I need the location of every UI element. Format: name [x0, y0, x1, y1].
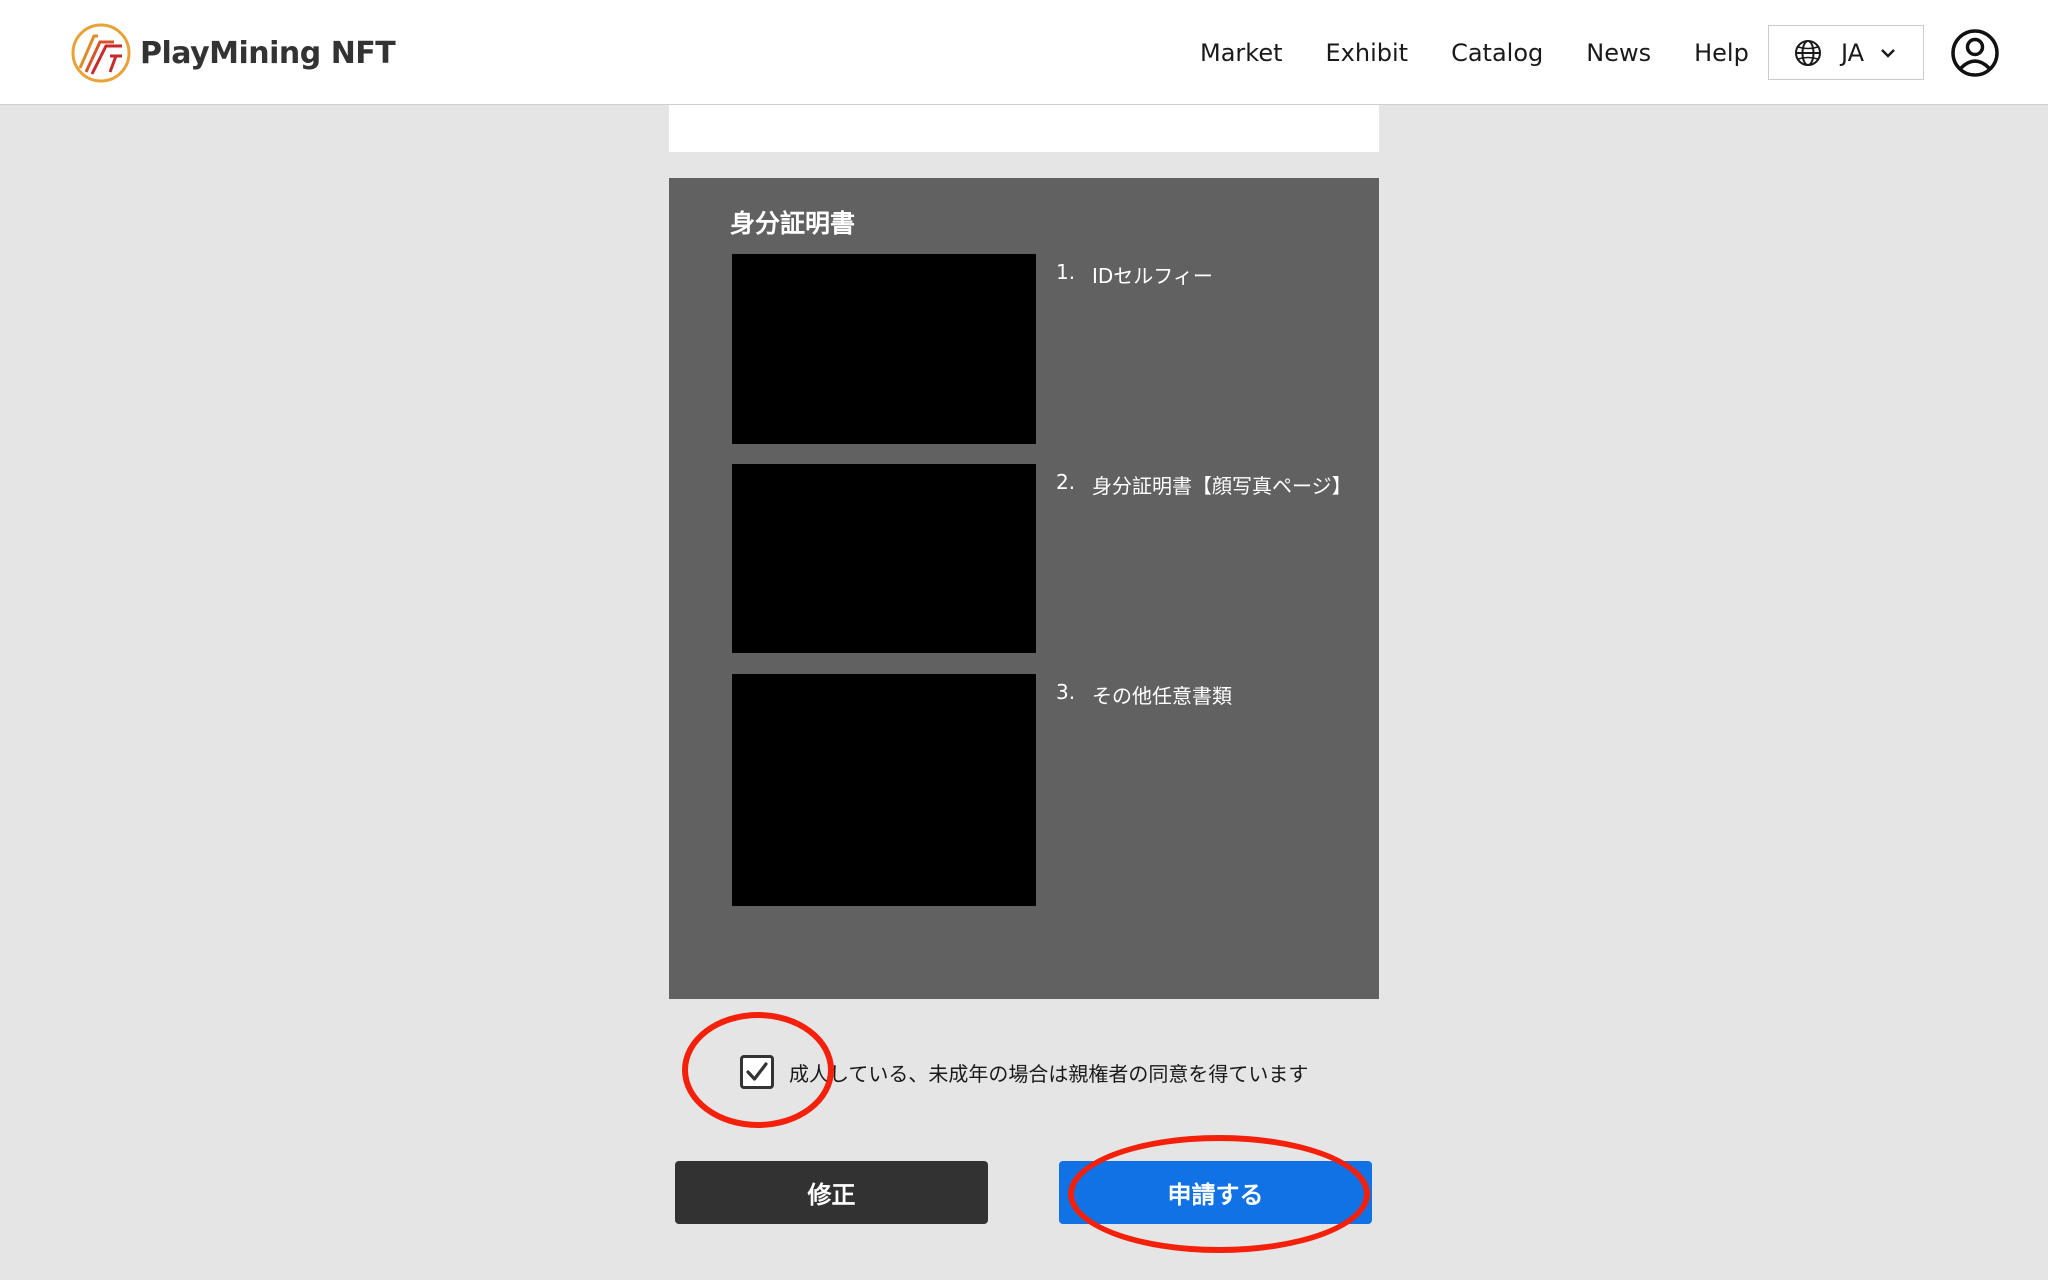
nav-market[interactable]: Market [1200, 39, 1283, 67]
form-card [669, 105, 1379, 152]
nav-catalog[interactable]: Catalog [1451, 39, 1543, 67]
document-number: 3. [1056, 680, 1076, 704]
consent-checkbox-row[interactable]: 成人している、未成年の場合は親権者の同意を得ています [740, 1055, 1308, 1089]
globe-icon [1795, 39, 1821, 66]
document-label: 2. 身分証明書【顔写真ページ】 [1056, 470, 1352, 499]
nav-exhibit[interactable]: Exhibit [1326, 39, 1409, 67]
site-header: PlayMining NFT Market Exhibit Catalog Ne… [0, 0, 2048, 105]
document-title: IDセルフィー [1092, 264, 1213, 288]
document-image-other[interactable] [732, 674, 1036, 906]
document-image-selfie[interactable] [732, 254, 1036, 444]
id-documents-panel: 身分証明書 1. IDセルフィー 2. 身分証明書【顔写真ページ】 3. その他… [669, 178, 1379, 999]
language-label: JA [1841, 38, 1865, 67]
chevron-down-icon [1881, 48, 1895, 58]
document-image-id-photo[interactable] [732, 464, 1036, 653]
document-title: その他任意書類 [1092, 684, 1232, 708]
consent-label: 成人している、未成年の場合は親権者の同意を得ています [789, 1061, 1309, 1086]
edit-button[interactable]: 修正 [675, 1161, 988, 1224]
user-circle-icon [1951, 29, 1999, 77]
logo[interactable]: PlayMining NFT [70, 22, 396, 84]
checkmark-icon [746, 1062, 768, 1081]
submit-button[interactable]: 申請する [1059, 1161, 1372, 1224]
document-number: 2. [1056, 470, 1076, 494]
nav-news[interactable]: News [1586, 39, 1651, 67]
logo-mark-icon [71, 23, 131, 83]
document-title: 身分証明書【顔写真ページ】 [1092, 474, 1352, 498]
logo-text: PlayMining NFT [140, 35, 396, 71]
account-button[interactable] [1950, 28, 2000, 78]
document-number: 1. [1056, 260, 1076, 284]
main-nav: Market Exhibit Catalog News Help [1200, 0, 1792, 105]
nav-help[interactable]: Help [1694, 39, 1749, 67]
consent-checkbox[interactable] [740, 1055, 774, 1089]
id-documents-title: 身分証明書 [730, 209, 856, 238]
document-label: 3. その他任意書類 [1056, 680, 1232, 709]
document-label: 1. IDセルフィー [1056, 260, 1213, 289]
language-selector[interactable]: JA [1768, 25, 1924, 80]
